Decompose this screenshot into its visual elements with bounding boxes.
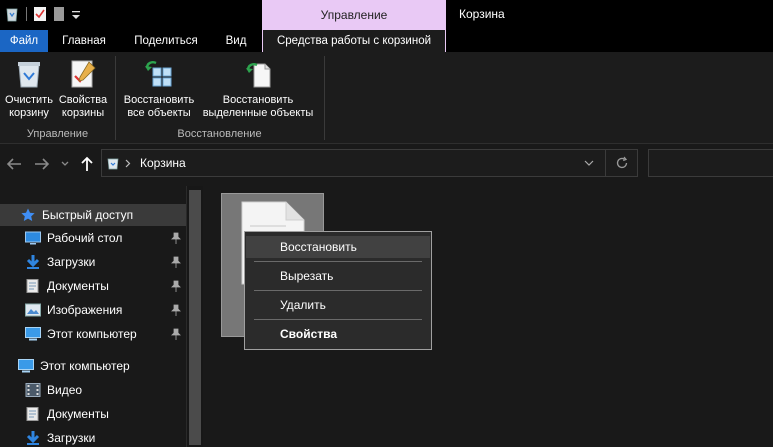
sidebar-item-desktop[interactable]: Рабочий стол [0,227,186,249]
sidebar-item-quick-access[interactable]: Быстрый доступ [0,204,186,226]
props-label-2: корзины [61,107,105,119]
menu-separator [254,290,422,291]
restore-all-icon [145,61,172,87]
context-menu: Восстановить Вырезать Удалить Свойства [244,231,432,350]
menu-item-properties[interactable]: Свойства [246,323,430,345]
restore-all-label-2: все объекты [127,107,191,119]
sidebar-item-this-pc[interactable]: Этот компьютер [0,355,186,377]
scrollbar-thumb[interactable] [189,190,201,445]
restore-all-button[interactable]: Восстановить все объекты [121,58,197,120]
desktop-icon [25,231,41,245]
menu-item-restore[interactable]: Восстановить [246,236,430,258]
context-tab-group-label: Управление [262,0,446,30]
new-folder-icon[interactable] [53,6,65,22]
pictures-icon [25,303,41,317]
pin-icon[interactable] [171,280,181,292]
computer-icon [25,327,41,341]
pin-icon[interactable] [171,304,181,316]
group-label-restore: Восстановление [177,128,262,140]
tab-home[interactable]: Главная [56,30,112,52]
tab-file[interactable]: Файл [0,30,48,52]
address-bar[interactable]: Корзина [101,149,638,177]
download-arrow-icon [26,431,40,445]
sidebar-item-label: Рабочий стол [47,231,123,245]
tab-view[interactable]: Вид [218,30,254,52]
qat-divider [26,7,27,21]
sidebar-item-label: Изображения [47,303,123,317]
back-arrow-icon[interactable] [6,157,22,171]
restore-all-label-1: Восстановить [123,94,195,106]
sidebar-item-label: Документы [47,279,109,293]
recycle-bin-properties-button[interactable]: Свойства корзины [57,58,109,120]
empty-bin-label-2: корзину [9,107,49,119]
props-label-1: Свойства [58,94,108,106]
sidebar-item-this-pc-pinned[interactable]: Этот компьютер [0,323,186,345]
documents-icon [26,279,39,293]
sidebar-item-videos[interactable]: Видео [0,379,186,401]
video-film-icon [25,383,41,397]
sidebar-item-label: Загрузки [47,255,96,269]
sidebar-item-label: Документы [47,407,109,421]
sidebar-item-label: Этот компьютер [40,359,130,373]
sidebar-item-label: Видео [47,383,83,397]
tab-share[interactable]: Поделиться [126,30,206,52]
empty-recycle-bin-icon [18,62,40,88]
sidebar-item-downloads-pc[interactable]: Загрузки [0,427,186,447]
recent-locations-chevron-icon[interactable] [61,161,69,167]
pin-icon[interactable] [171,256,181,268]
ribbon: Очистить корзину Свойства корзины Управл… [0,52,773,144]
quick-access-toolbar [4,4,81,24]
group-label-manage: Управление [26,128,89,140]
download-arrow-icon [26,255,40,269]
window-title: Корзина [459,7,505,21]
tab-recycle-bin-tools[interactable]: Средства работы с корзиной [262,30,446,53]
properties-icon [71,60,96,88]
restore-selected-icon [246,63,271,88]
star-icon [21,208,35,221]
sidebar-item-label: Этот компьютер [47,327,137,341]
search-input[interactable] [648,149,773,177]
restore-sel-label-1: Восстановить [222,94,294,106]
pin-icon[interactable] [171,232,181,244]
recycle-bin-small-icon[interactable] [4,6,20,22]
restore-selected-button[interactable]: Восстановить выделенные объекты [198,58,318,120]
ribbon-group-divider-2 [324,56,325,140]
computer-icon [18,359,34,373]
title-bar: Управление Корзина [0,0,773,30]
recycle-bin-address-icon [107,158,119,170]
breadcrumb-chevron-icon[interactable] [125,159,131,168]
address-divider [605,150,606,176]
properties-check-icon[interactable] [33,6,47,22]
menu-separator [254,319,422,320]
restore-sel-label-2: выделенные объекты [202,107,314,119]
navigation-pane: Быстрый доступ Рабочий стол Загрузки Док… [0,186,186,447]
ribbon-tabs: Файл Главная Поделиться Вид Средства раб… [0,30,773,53]
sidebar-item-documents[interactable]: Документы [0,275,186,297]
empty-recycle-bin-button[interactable]: Очистить корзину [2,58,56,120]
customize-qat-icon[interactable] [71,6,81,22]
sidebar-item-pictures[interactable]: Изображения [0,299,186,321]
sidebar-item-downloads[interactable]: Загрузки [0,251,186,273]
breadcrumb-recycle-bin[interactable]: Корзина [140,156,186,170]
up-arrow-icon[interactable] [80,156,94,172]
menu-item-delete[interactable]: Удалить [246,294,430,316]
address-dropdown-chevron-icon[interactable] [584,160,594,166]
pin-icon[interactable] [171,328,181,340]
sidebar-item-label: Загрузки [47,431,96,445]
sidebar-item-label: Быстрый доступ [42,208,134,222]
refresh-icon[interactable] [615,156,629,170]
empty-bin-label-1: Очистить [5,94,53,106]
forward-arrow-icon[interactable] [34,157,50,171]
sidebar-item-documents-pc[interactable]: Документы [0,403,186,425]
menu-separator [254,261,422,262]
menu-item-cut[interactable]: Вырезать [246,265,430,287]
documents-icon [26,407,39,421]
